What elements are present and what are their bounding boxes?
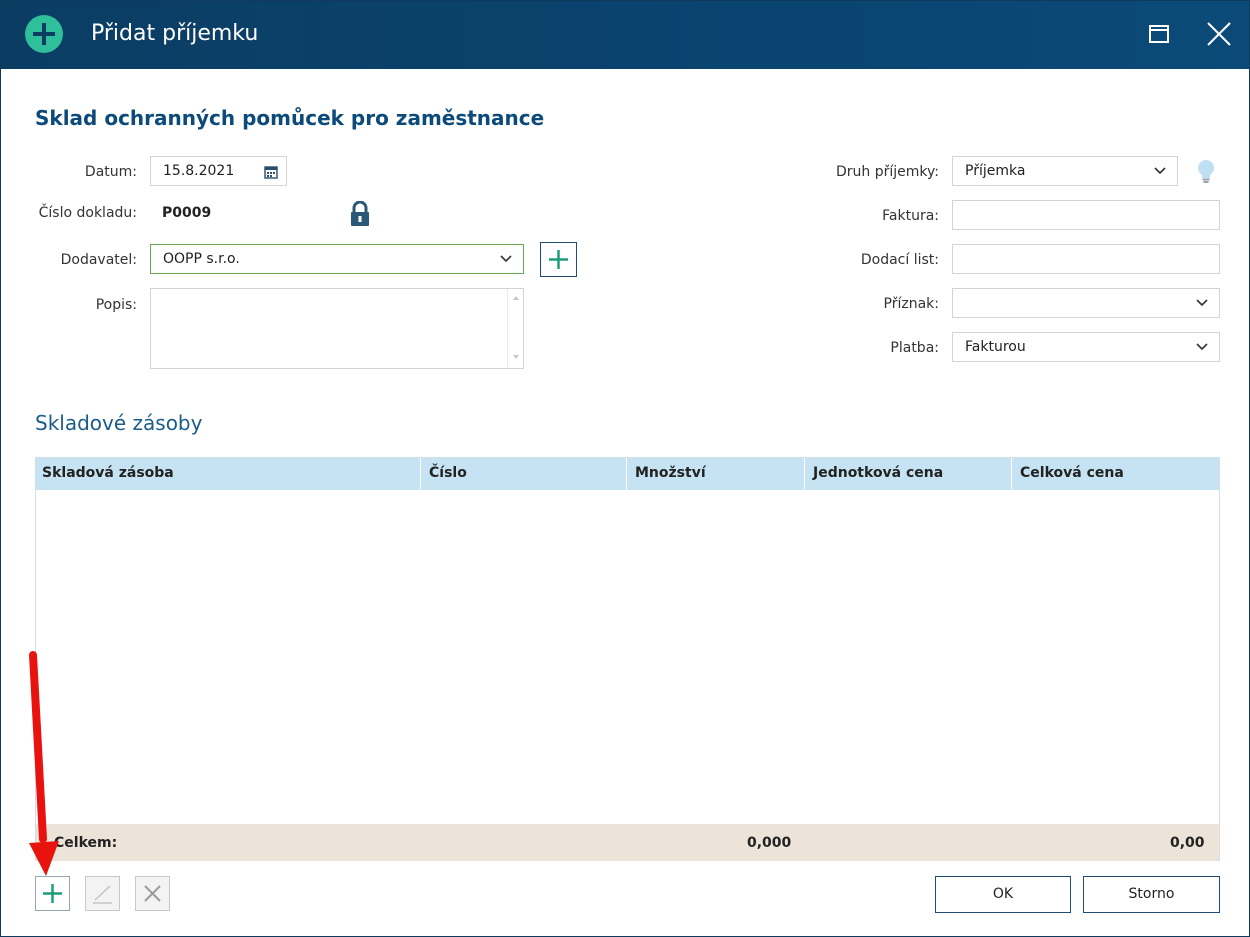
dodavatel-label: Dodavatel: xyxy=(60,252,137,268)
close-button[interactable] xyxy=(1204,19,1234,49)
scroll-up-icon xyxy=(513,296,519,300)
chevron-down-icon xyxy=(1196,343,1208,351)
x-icon xyxy=(144,885,161,902)
popis-label: Popis: xyxy=(95,297,137,313)
plus-icon xyxy=(43,884,62,903)
platba-value: Fakturou xyxy=(965,339,1026,355)
column-header-celkova-cena[interactable]: Celková cena xyxy=(1020,465,1124,481)
pencil-icon xyxy=(93,885,112,904)
grid-header: Skladová zásoba Číslo Množství Jednotkov… xyxy=(36,458,1219,490)
popis-scrollbar[interactable] xyxy=(507,289,523,368)
footer-mnozstvi-total: 0,000 xyxy=(747,835,792,851)
chevron-down-icon xyxy=(1196,299,1208,307)
warehouse-heading: Sklad ochranných pomůcek pro zaměstnance xyxy=(35,106,545,130)
title-bar: Přidat příjemku xyxy=(1,1,1249,69)
druh-label: Druh příjemky: xyxy=(836,164,939,180)
datum-value: 15.8.2021 xyxy=(163,163,235,179)
close-icon xyxy=(1207,22,1231,46)
storno-button[interactable]: Storno xyxy=(1083,876,1220,913)
column-header-skladova-zasoba[interactable]: Skladová zásoba xyxy=(42,465,174,481)
column-header-jednotkova-cena[interactable]: Jednotková cena xyxy=(813,465,943,481)
footer-celkova-total: 0,00 xyxy=(1170,835,1205,851)
edit-item-button[interactable] xyxy=(85,876,120,911)
ok-button[interactable]: OK xyxy=(935,876,1071,913)
dodaci-input[interactable] xyxy=(952,244,1220,274)
stock-items-grid[interactable]: Skladová zásoba Číslo Množství Jednotkov… xyxy=(35,457,1220,861)
lightbulb-icon[interactable] xyxy=(1196,158,1216,186)
chevron-down-icon xyxy=(500,255,512,263)
grid-footer: Celkem: 0,000 0,00 xyxy=(36,824,1219,861)
delete-item-button[interactable] xyxy=(135,876,170,911)
window-title: Přidat příjemku xyxy=(91,21,259,46)
priznak-select[interactable] xyxy=(952,288,1220,318)
section-title: Skladové zásoby xyxy=(35,411,203,435)
column-header-cislo[interactable]: Číslo xyxy=(429,465,467,481)
datum-label: Datum: xyxy=(84,164,137,180)
druh-select[interactable]: Příjemka xyxy=(952,156,1178,186)
calendar-icon[interactable] xyxy=(264,165,278,179)
scroll-down-icon xyxy=(513,355,519,359)
druh-value: Příjemka xyxy=(965,163,1026,179)
dodavatel-select[interactable]: OOPP s.r.o. xyxy=(150,244,524,274)
add-dodavatel-button[interactable] xyxy=(540,242,577,277)
lock-icon xyxy=(351,201,369,226)
footer-total-label: Celkem: xyxy=(54,835,118,851)
add-item-button[interactable] xyxy=(35,876,70,911)
add-circle-icon xyxy=(25,15,63,53)
popis-textarea[interactable] xyxy=(150,288,524,369)
faktura-input[interactable] xyxy=(952,200,1220,230)
dodaci-label: Dodací list: xyxy=(860,252,939,268)
dialog-window: Přidat příjemku Sklad ochranných pomůcek… xyxy=(0,0,1250,937)
cislo-label: Číslo dokladu: xyxy=(38,205,137,221)
priznak-label: Příznak: xyxy=(883,296,939,312)
dodavatel-value: OOPP s.r.o. xyxy=(163,251,240,267)
maximize-icon xyxy=(1149,25,1169,43)
platba-label: Platba: xyxy=(890,340,939,356)
chevron-down-icon xyxy=(1154,167,1166,175)
column-header-mnozstvi[interactable]: Množství xyxy=(635,465,706,481)
plus-icon xyxy=(549,250,568,269)
platba-select[interactable]: Fakturou xyxy=(952,332,1220,362)
datum-field[interactable]: 15.8.2021 xyxy=(150,156,287,186)
cislo-value: P0009 xyxy=(162,205,212,221)
maximize-button[interactable] xyxy=(1144,19,1174,49)
faktura-label: Faktura: xyxy=(882,208,939,224)
